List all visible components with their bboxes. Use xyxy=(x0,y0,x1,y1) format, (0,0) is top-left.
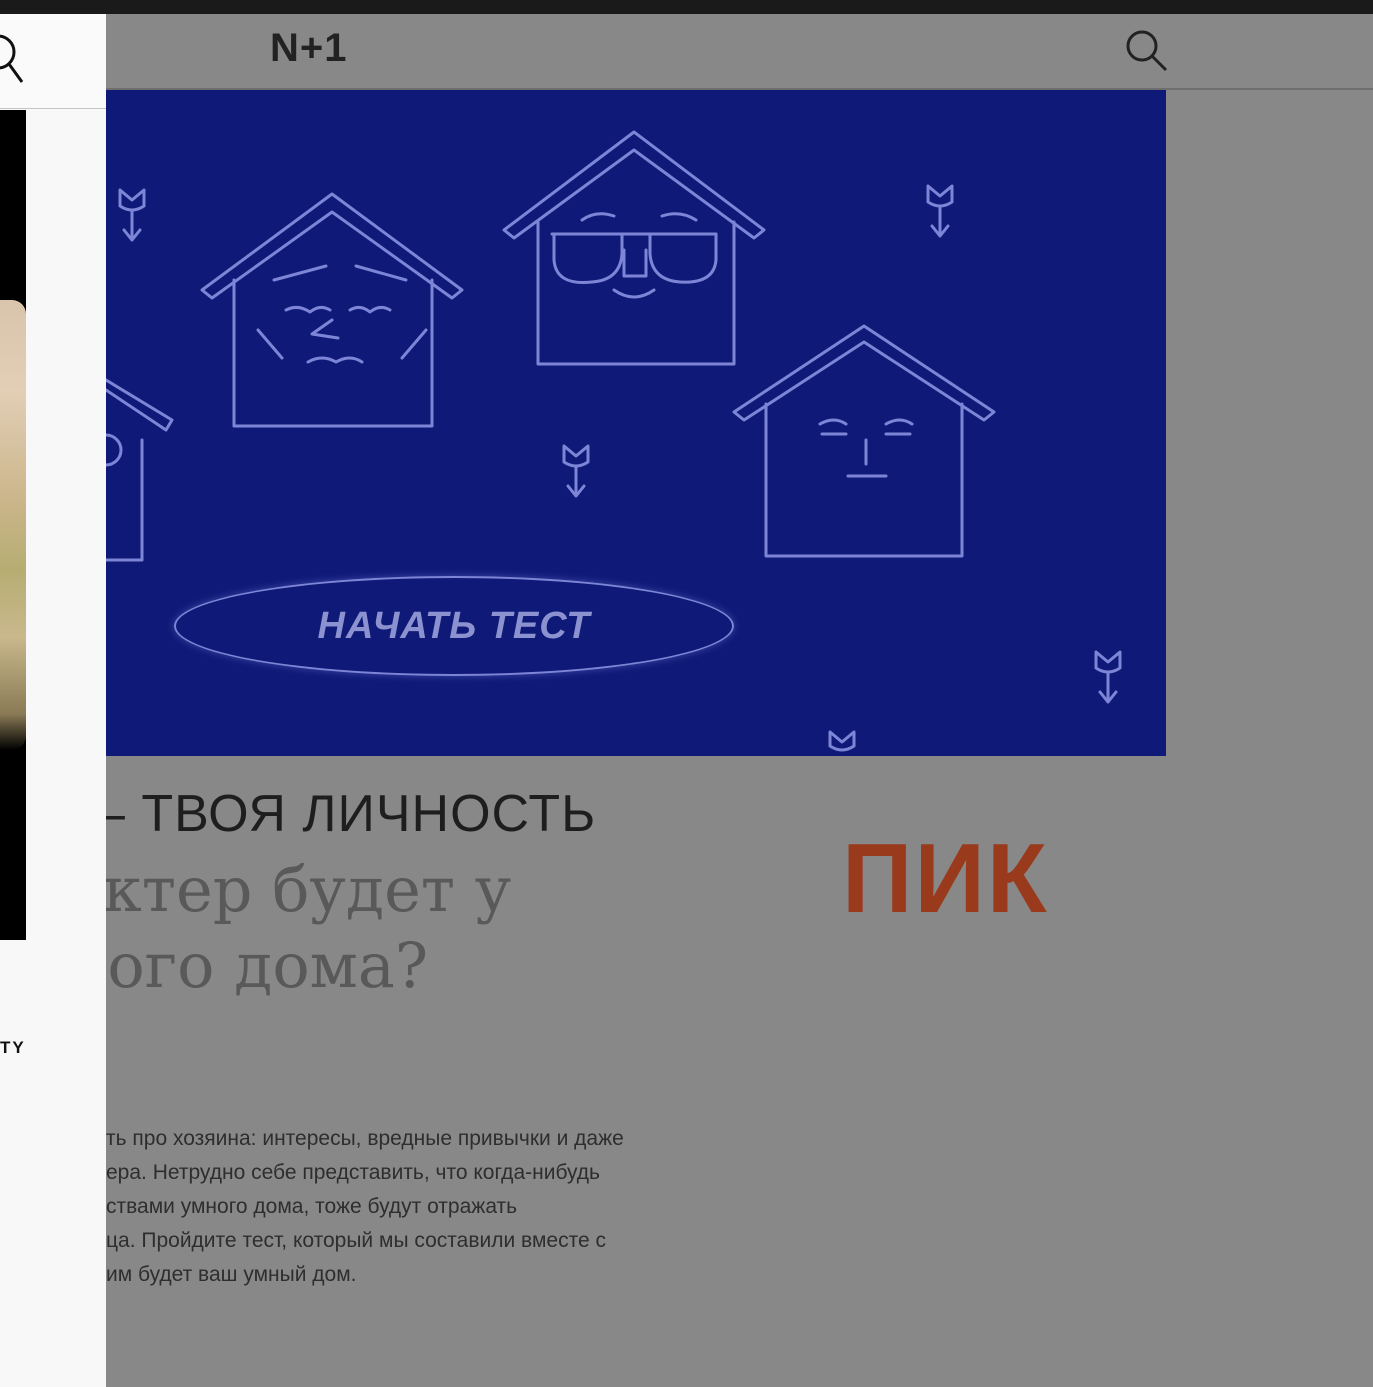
lead-line: ца. Пройдите тест, который мы составили … xyxy=(106,1229,606,1252)
article-lead: ть про хозяина: интересы, вредные привыч… xyxy=(106,1122,746,1292)
browser-top-bar xyxy=(0,0,1373,14)
headline-line-1: актер будет у xyxy=(106,853,512,926)
side-panel: TY xyxy=(0,14,106,1387)
lead-line: ера. Нетрудно себе представить, что когд… xyxy=(106,1161,601,1184)
partner-logo[interactable]: ПИК xyxy=(842,822,1049,935)
site-logo[interactable]: N+1 xyxy=(270,26,348,71)
side-panel-image-subject xyxy=(0,300,26,750)
lead-line: ствами умного дома, тоже будут отражать xyxy=(106,1195,518,1218)
lead-line: им будет ваш умный дом. xyxy=(106,1263,357,1286)
side-panel-image[interactable] xyxy=(0,110,26,940)
lead-line: ть про хозяина: интересы, вредные привыч… xyxy=(106,1127,624,1150)
start-test-label: НАЧАТЬ ТЕСТ xyxy=(317,604,591,647)
article-page: N+1 НАЧАТЬ ТЕСТ – ТВОЯ ЛИЧНОСТЬ актер бу… xyxy=(106,14,1373,1387)
side-panel-caption[interactable]: TY xyxy=(0,1038,26,1058)
search-icon[interactable] xyxy=(0,32,26,86)
article-kicker: – ТВОЯ ЛИЧНОСТЬ xyxy=(106,785,597,843)
site-header: N+1 xyxy=(106,14,1373,90)
search-icon[interactable] xyxy=(1124,28,1170,74)
side-panel-header xyxy=(0,14,106,109)
article-headline: актер будет у ного дома? xyxy=(106,852,511,1004)
start-test-button[interactable]: НАЧАТЬ ТЕСТ xyxy=(174,576,734,676)
headline-line-2: ного дома? xyxy=(106,929,429,1002)
quiz-banner[interactable]: НАЧАТЬ ТЕСТ xyxy=(106,90,1166,756)
